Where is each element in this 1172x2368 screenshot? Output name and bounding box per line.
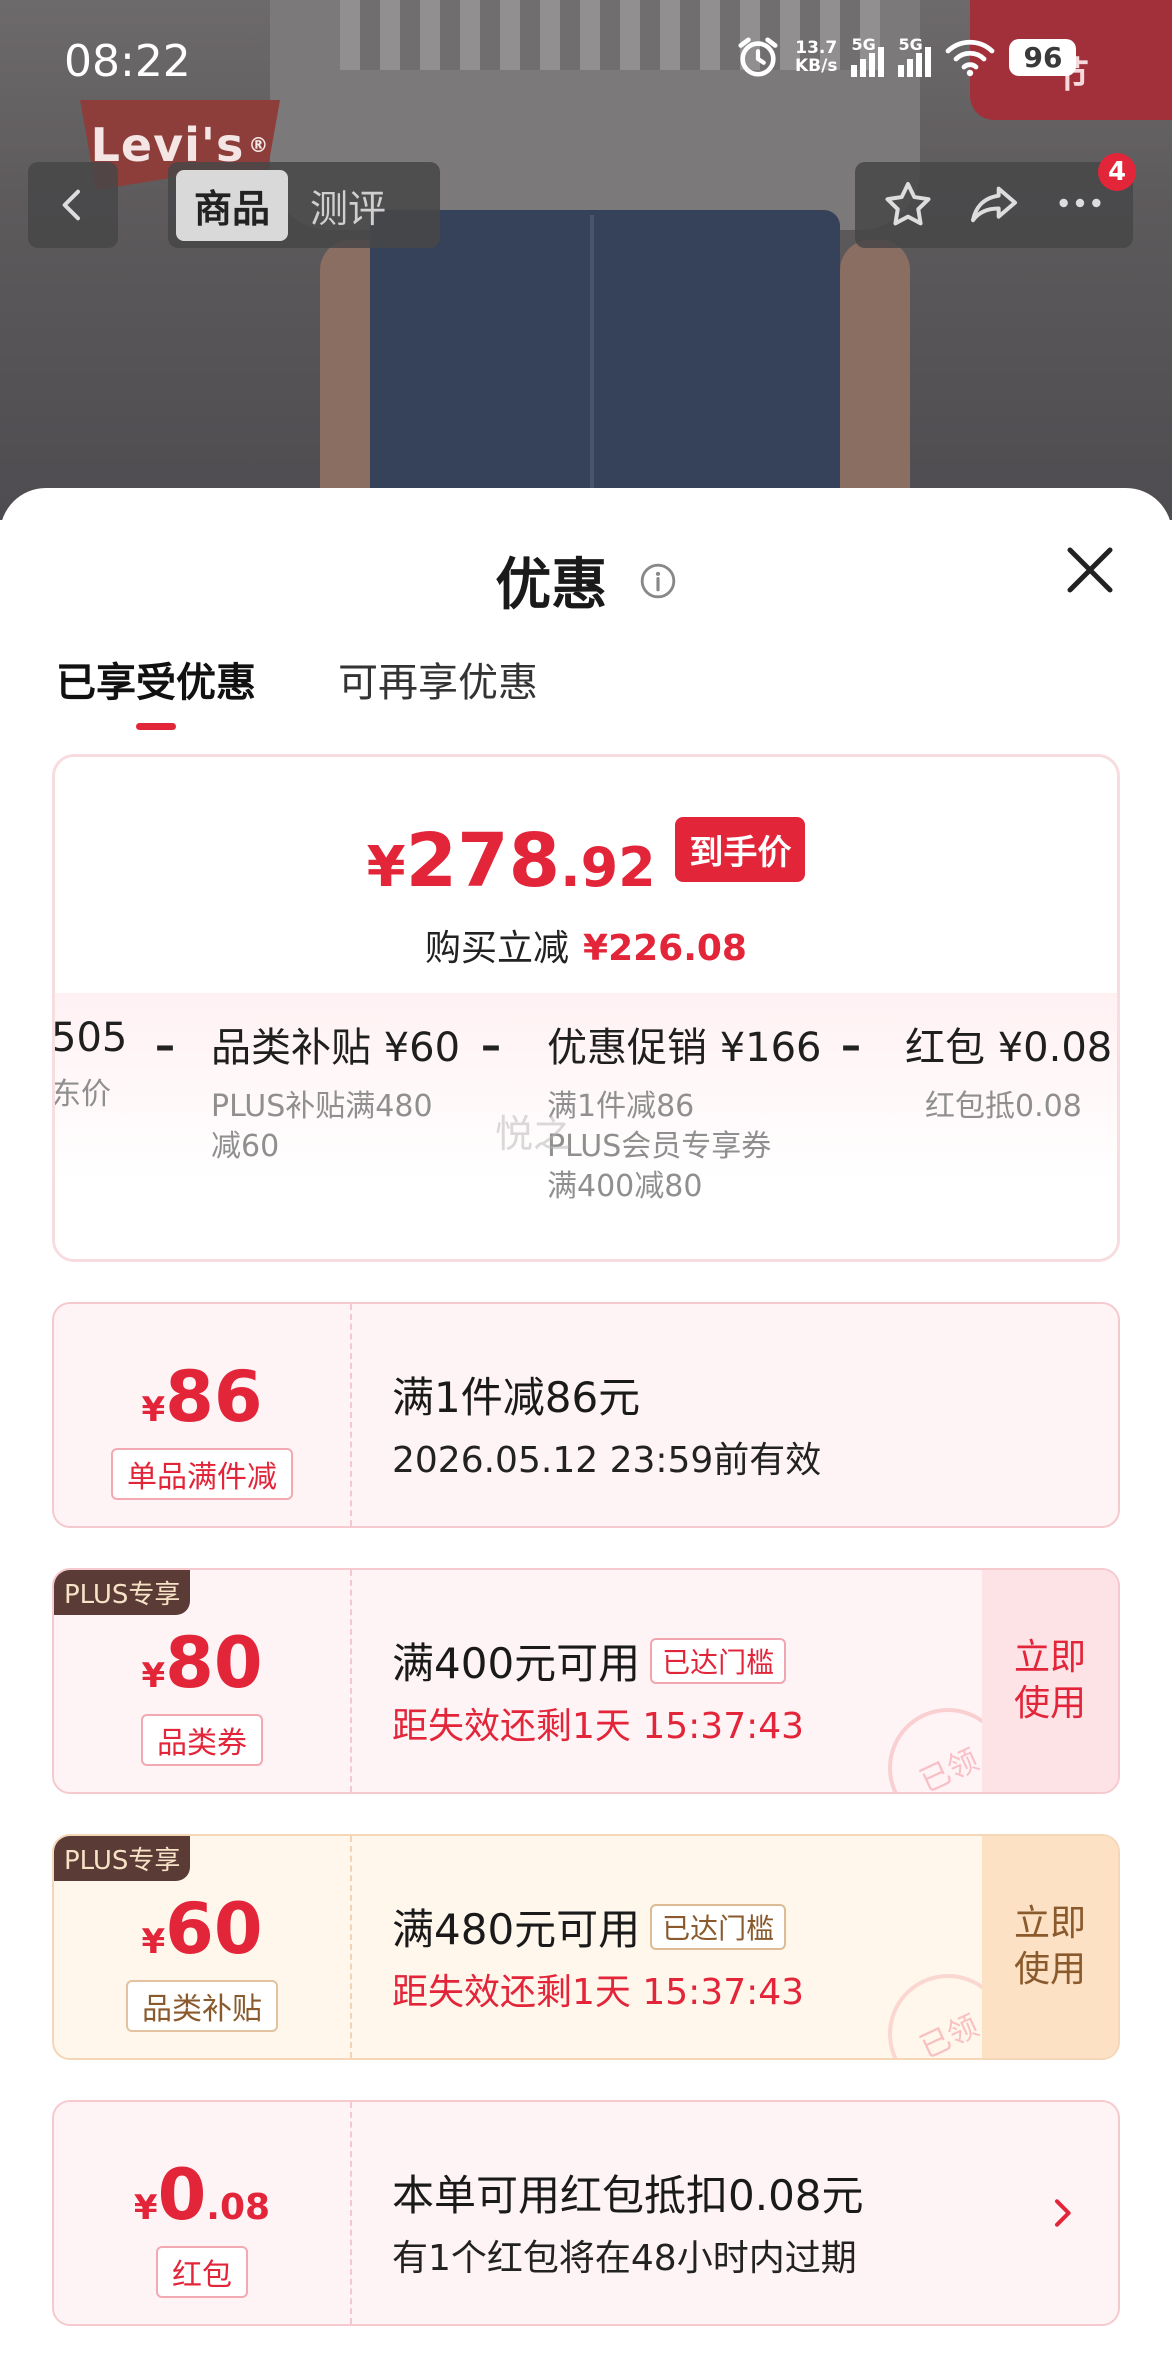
signal-icon: 5G [851,35,885,77]
coupon-type: 品类券 [141,1714,263,1766]
price-summary-card: ¥278.92 到手价 购买立减 ¥226.08 505 东价 – 品类补贴 ¥6… [52,754,1120,1262]
final-price-tag: 到手价 [675,817,806,882]
coupon-condition: 满480元可用 已达门槛 [392,1896,804,1957]
watermark: 悦之 [495,1112,572,1156]
coupon-type: 单品满件减 [111,1448,293,1500]
wifi-icon [946,39,995,77]
tab-enjoyed-discounts[interactable]: 已享受优惠 [56,650,256,730]
coupon-amount: ¥80 [141,1622,263,1704]
discount-tabs: 已享受优惠 可再享优惠 [56,650,538,730]
signal-icon: 5G [898,35,932,77]
coupon-type: 品类补贴 [126,1980,278,2032]
breakdown-item: 优惠促销 ¥166 满1件减86 PLUS会员专享券 满400减80 [547,1025,822,1204]
coupon-type: 红包 [156,2246,248,2298]
coupon-card[interactable]: PLUS专享 ¥60 品类补贴 满480元可用 已达门槛 距失效还剩1天 15:3… [52,1834,1120,2060]
coupon-condition: 满400元可用 已达门槛 [392,1630,804,1691]
plus-exclusive-tag: PLUS专享 [54,1836,191,1881]
info-icon[interactable] [639,562,677,600]
discount-breakdown: 505 东价 – 品类补贴 ¥60 PLUS补贴满480 减60 – 优惠促销 ¥… [55,993,1117,1259]
app-frame: Levi's ® 节 08:22 13.7 KB/s 5G 5G 96 商品 测… [0,0,1172,2368]
status-time: 08:22 [64,36,191,87]
use-now-button[interactable]: 立即 使用 [982,1570,1118,1792]
coupon-countdown: 距失效还剩1天 15:37:43 [392,1706,805,1747]
plus-exclusive-tag: PLUS专享 [54,1570,191,1615]
more-button[interactable]: 4 [1052,153,1136,235]
product-tabs: 商品 测评 [168,162,440,248]
coupon-amount: ¥60 [141,1888,263,1970]
breakdown-item: 品类补贴 ¥60 PLUS补贴满480 减60 [211,1025,461,1164]
chevron-left-icon [62,189,80,221]
status-bar: 08:22 13.7 KB/s 5G 5G 96 [0,0,1172,120]
discount-sheet: 优惠 已享受优惠 可再享优惠 ¥278.92 到手价 购买立减¥226.08 [0,488,1172,2368]
coupon-expiry-note: 有1个红包将在48小时内过期 [392,2238,857,2279]
breakdown-item: 505 东价 [55,1015,128,1112]
coupon-amount: ¥0.08 [133,2154,271,2236]
coupon-condition: 本单可用红包抵扣0.08元 [392,2171,864,2220]
share-icon[interactable] [966,177,1022,233]
notification-badge: 4 [1098,153,1136,191]
battery-indicator: 96 [1009,38,1077,76]
sheet-title: 优惠 [0,540,1172,621]
star-icon[interactable] [880,177,936,233]
coupon-amount: ¥86 [141,1356,263,1438]
chevron-right-icon[interactable] [1042,2188,1082,2238]
tab-review[interactable]: 测评 [292,170,404,241]
more-icon [1059,198,1101,208]
coupon-card[interactable]: PLUS专享 ¥80 品类券 满400元可用 已达门槛 距失效还剩1天 15:37… [52,1568,1120,1794]
threshold-reached-tag: 已达门槛 [650,1904,787,1950]
breakdown-item: 红包 ¥0.08 红包抵0.08 [905,1025,1113,1124]
alarm-icon [738,37,778,77]
coupon-condition: 满1件减86元 [392,1373,641,1422]
final-price: ¥278.92 到手价 [55,817,1117,904]
tab-more-discounts[interactable]: 可再享优惠 [338,650,538,730]
coupon-card[interactable]: ¥86 单品满件减 满1件减86元 2026.05.12 23:59前有效 [52,1302,1120,1528]
close-icon[interactable] [1060,540,1120,600]
back-button[interactable] [28,162,118,248]
product-jeans [370,210,840,530]
use-now-button[interactable]: 立即 使用 [982,1836,1118,2058]
coupon-validity: 2026.05.12 23:59前有效 [392,1440,822,1481]
total-reduction: 购买立减 ¥226.08 [425,928,747,969]
red-packet-card[interactable]: ¥0.08 红包 本单可用红包抵扣0.08元 有1个红包将在48小时内过期 [52,2100,1120,2326]
threshold-reached-tag: 已达门槛 [650,1638,787,1684]
nav-actions: 4 [855,153,1136,248]
tab-product[interactable]: 商品 [176,169,289,241]
coupon-countdown: 距失效还剩1天 15:37:43 [392,1972,805,2013]
net-speed: 13.7 KB/s [795,38,838,76]
